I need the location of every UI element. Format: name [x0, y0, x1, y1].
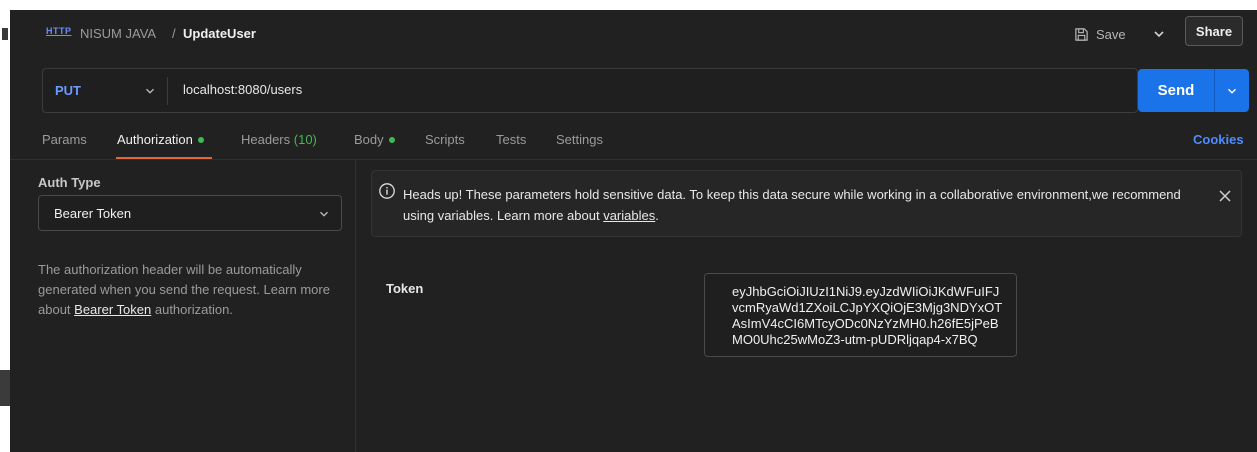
- auth-sidebar: Auth Type Bearer Token The authorization…: [10, 160, 356, 452]
- save-button[interactable]: Save: [1074, 20, 1126, 48]
- tab-body[interactable]: Body: [354, 132, 395, 147]
- tab-settings[interactable]: Settings: [556, 132, 603, 147]
- notice-text: Heads up! These parameters hold sensitiv…: [403, 184, 1203, 226]
- url-bar: PUT localhost:8080/users: [42, 68, 1138, 113]
- notice-suffix: .: [655, 208, 659, 223]
- cookies-link[interactable]: Cookies: [1193, 132, 1244, 147]
- tab-headers[interactable]: Headers (10): [241, 132, 317, 147]
- sensitive-data-notice: Heads up! These parameters hold sensitiv…: [371, 170, 1242, 237]
- auth-type-label: Auth Type: [38, 175, 101, 190]
- variables-link[interactable]: variables: [603, 208, 655, 223]
- tab-tests[interactable]: Tests: [496, 132, 526, 147]
- request-editor: HTTP NISUM JAVA / UpdateUser Save Share …: [10, 10, 1257, 452]
- http-icon: HTTP: [46, 26, 72, 36]
- tab-body-label: Body: [354, 132, 384, 147]
- send-button[interactable]: Send: [1138, 69, 1214, 112]
- tab-headers-label: Headers: [241, 132, 291, 147]
- chevron-down-icon[interactable]: [1151, 26, 1167, 42]
- breadcrumb-collection[interactable]: NISUM JAVA: [80, 26, 156, 41]
- headers-count: (10): [293, 132, 317, 147]
- token-line: vcmRyaWd1ZXoiLCJpYXQiOjE3Mjg3NDYxOT: [732, 300, 1003, 315]
- tab-authorization[interactable]: Authorization: [117, 132, 204, 147]
- auth-description: The authorization header will be automat…: [38, 260, 338, 320]
- auth-type-value: Bearer Token: [54, 206, 132, 221]
- info-icon: [379, 183, 395, 199]
- tab-params[interactable]: Params: [42, 132, 87, 147]
- tab-authorization-label: Authorization: [117, 132, 193, 147]
- send-options-button[interactable]: [1215, 69, 1249, 112]
- indicator-dot: [388, 136, 395, 143]
- url-input[interactable]: localhost:8080/users: [183, 82, 302, 97]
- token-label: Token: [386, 281, 424, 296]
- auth-type-select[interactable]: Bearer Token: [38, 195, 342, 231]
- token-line: AsImV4cCI6MTcyODc0NzYzMH0.h26fE5jPeB: [732, 316, 999, 331]
- auth-description-suffix: authorization.: [151, 302, 233, 317]
- chevron-down-icon: [1228, 88, 1236, 94]
- token-line: MO0Uhc25wMoZ3-utm-pUDRljqap4-x7BQ: [732, 332, 978, 347]
- token-line: eyJhbGciOiJIUzI1NiJ9.eyJzdWIiOiJKdWFuIFJ: [732, 284, 1000, 299]
- token-input[interactable]: eyJhbGciOiJIUzI1NiJ9.eyJzdWIiOiJKdWFuIFJ…: [704, 273, 1017, 357]
- bearer-token-link[interactable]: Bearer Token: [74, 302, 151, 317]
- request-header: HTTP NISUM JAVA / UpdateUser Save Share: [10, 10, 1257, 60]
- save-button-label: Save: [1096, 26, 1126, 42]
- save-icon: [1075, 27, 1088, 41]
- method-select[interactable]: PUT: [55, 83, 81, 98]
- chevron-down-icon: [320, 211, 328, 217]
- share-button[interactable]: Share: [1185, 16, 1243, 46]
- gutter-strip: [0, 370, 10, 406]
- indicator-dot: [197, 136, 204, 143]
- url-divider: [167, 77, 168, 105]
- chevron-down-icon[interactable]: [143, 84, 157, 98]
- gutter-marker: [2, 28, 8, 40]
- request-tabs: Params Authorization Headers (10) Body S…: [10, 122, 1257, 160]
- breadcrumb-request-name[interactable]: UpdateUser: [183, 26, 256, 41]
- notice-message: Heads up! These parameters hold sensitiv…: [403, 187, 1181, 223]
- breadcrumb-separator: /: [172, 26, 176, 41]
- tab-scripts[interactable]: Scripts: [425, 132, 465, 147]
- left-gutter: [0, 10, 10, 452]
- close-icon[interactable]: [1218, 189, 1232, 203]
